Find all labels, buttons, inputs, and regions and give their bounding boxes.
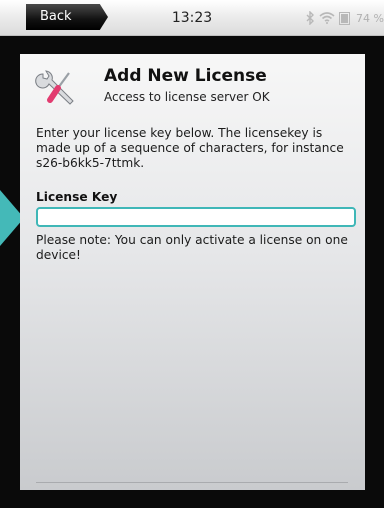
back-button[interactable]: Back bbox=[26, 4, 108, 30]
battery-percentage: 74 % bbox=[356, 11, 384, 25]
wifi-icon bbox=[319, 12, 335, 24]
note-text: Please note: You can only activate a lic… bbox=[36, 233, 348, 262]
bluetooth-icon bbox=[305, 11, 315, 25]
license-key-label: License Key bbox=[36, 190, 118, 204]
dialog-title: Add New License bbox=[104, 66, 267, 86]
intro-text: Enter your license key below. The licens… bbox=[36, 126, 344, 170]
status-icons: 74 % bbox=[305, 0, 384, 36]
dialog-header: Add New License Access to license server… bbox=[34, 64, 354, 112]
license-key-input[interactable] bbox=[36, 207, 356, 227]
add-license-dialog: Add New License Access to license server… bbox=[20, 54, 365, 490]
battery-icon bbox=[339, 11, 351, 25]
divider bbox=[36, 482, 348, 483]
dialog-subtitle: Access to license server OK bbox=[104, 90, 270, 104]
status-bar: Back 13:23 74 % bbox=[0, 0, 384, 36]
tools-icon bbox=[34, 68, 78, 112]
